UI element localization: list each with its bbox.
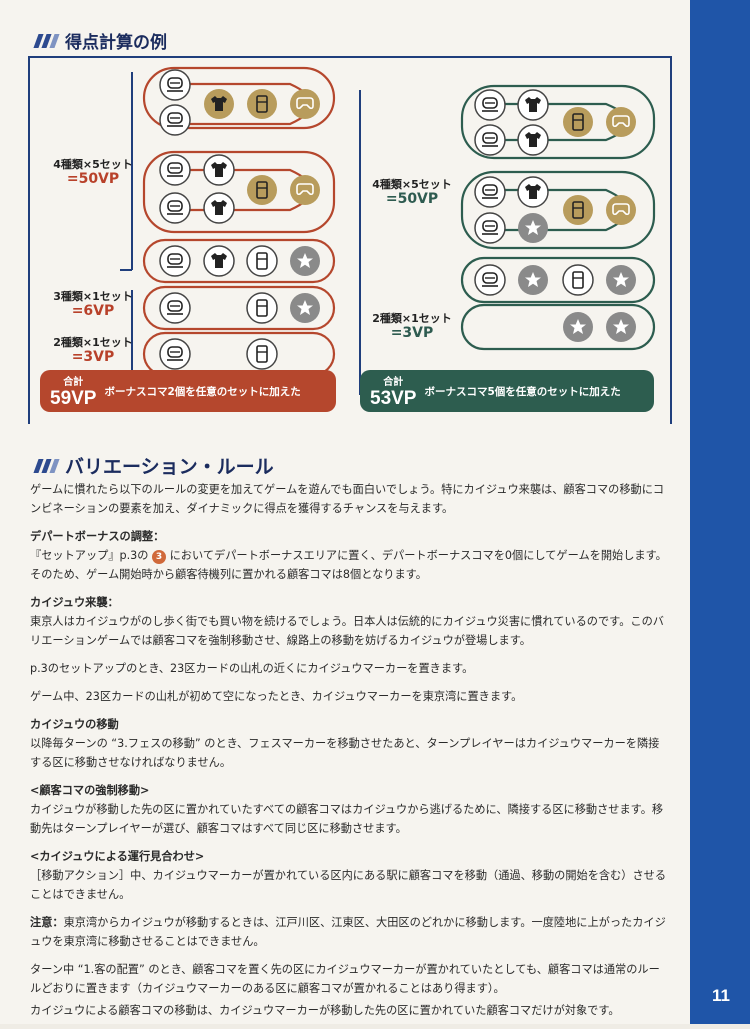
fridge-piece xyxy=(246,292,278,324)
fridge-piece xyxy=(247,89,277,119)
section-title: カイジュウ来襲： xyxy=(30,596,119,609)
paragraph: ［移動アクション］中、カイジュウマーカーが置かれている区内にある駅に顧客コマを移… xyxy=(30,869,667,901)
train-piece xyxy=(159,69,191,101)
shirt-piece xyxy=(517,124,549,156)
star-piece xyxy=(606,265,636,295)
paragraph: p.3のセットアップのとき、23区カードの山札の近くにカイジュウマーカーを置きま… xyxy=(30,662,474,675)
gamepad-piece xyxy=(606,195,636,225)
shirt-piece xyxy=(203,154,235,186)
left-total-badge: 合計 59VP ボーナスコマ2個を任意のセットに加えた xyxy=(40,370,336,412)
train-piece xyxy=(159,338,191,370)
shirt-piece xyxy=(203,192,235,224)
left-set3-label: 3種類×1セット =6VP xyxy=(53,290,133,319)
page-edge-band xyxy=(690,0,750,1024)
star-piece xyxy=(290,246,320,276)
paragraph: カイジュウが移動した先の区に置かれていたすべての顧客コマはカイジュウから逃げるた… xyxy=(30,803,664,835)
section-title: デパートボーナスの調整： xyxy=(30,530,165,543)
left-set4-label: 4種類×5セット =50VP xyxy=(53,158,133,187)
intro-paragraph: ゲームに慣れたら以下のルールの変更を加えてゲームを遊んでも面白いでしょう。特にカ… xyxy=(30,483,665,515)
paragraph: 『セットアップ』p.3の 3 においてデパートボーナスエリアに置く、デパートボー… xyxy=(30,549,667,581)
shirt-piece xyxy=(203,245,235,277)
section-title: <顧客コマの強制移動> xyxy=(30,784,150,797)
train-piece xyxy=(474,124,506,156)
train-piece xyxy=(474,176,506,208)
shirt-piece xyxy=(517,89,549,121)
train-piece xyxy=(159,104,191,136)
fridge-piece xyxy=(246,338,278,370)
fridge-piece xyxy=(563,195,593,225)
paragraph: 東京人はカイジュウがのし歩く街でも買い物を続けるでしょう。日本人は伝統的にカイジ… xyxy=(30,615,664,647)
variation-rules-heading: バリエーション・ルール xyxy=(33,452,274,479)
star-piece xyxy=(518,265,548,295)
paragraph: 以降毎ターンの “3.フェスの移動” のとき、フェスマーカーを移動させたあと、タ… xyxy=(30,737,660,769)
gamepad-piece xyxy=(606,107,636,137)
section-title: カイジュウの移動 xyxy=(30,718,119,731)
heading-slashes-icon xyxy=(33,458,60,473)
paragraph: ゲーム中、23区カードの山札が初めて空になったとき、カイジュウマーカーを東京湾に… xyxy=(30,690,523,703)
variation-rules-title: バリエーション・ルール xyxy=(65,456,274,478)
fridge-piece xyxy=(563,107,593,137)
train-piece xyxy=(474,264,506,296)
star-piece xyxy=(606,312,636,342)
page-number: 11 xyxy=(712,986,730,1005)
left-set2-label: 2種類×1セット =3VP xyxy=(53,336,133,365)
star-piece xyxy=(518,213,548,243)
right-total-badge: 合計 53VP ボーナスコマ5個を任意のセットに加えた xyxy=(360,370,654,412)
train-piece xyxy=(159,292,191,324)
section-title: <カイジュウによる運行見合わせ> xyxy=(30,850,205,863)
train-piece xyxy=(474,89,506,121)
fridge-piece xyxy=(562,264,594,296)
gamepad-piece xyxy=(290,175,320,205)
shirt-piece xyxy=(204,89,234,119)
train-piece xyxy=(474,212,506,244)
note-paragraph: 注意：東京湾からカイジュウが移動するときは、江戸川区、江東区、大田区のどれかに移… xyxy=(30,916,666,948)
star-piece xyxy=(290,293,320,323)
right-set4-label: 4種類×5セット =50VP xyxy=(372,178,452,207)
train-piece xyxy=(159,192,191,224)
train-piece xyxy=(159,154,191,186)
paragraph: ターン中 “1.客の配置” のとき、顧客コマを置く先の区にカイジュウマーカーが置… xyxy=(30,963,660,995)
variation-rules-body: ゲームに慣れたら以下のルールの変更を加えてゲームを遊んでも面白いでしょう。特にカ… xyxy=(30,480,670,1029)
right-set2-label: 2種類×1セット =3VP xyxy=(372,312,452,341)
fridge-piece xyxy=(247,175,277,205)
step-number-badge: 3 xyxy=(152,550,167,564)
gamepad-piece xyxy=(290,89,320,119)
fridge-piece xyxy=(246,245,278,277)
star-piece xyxy=(563,312,593,342)
shirt-piece xyxy=(517,176,549,208)
train-piece xyxy=(159,245,191,277)
paragraph: カイジュウによる顧客コマの移動は、カイジュウマーカーが移動した先の区に置かれてい… xyxy=(30,1004,620,1017)
scoring-diagram xyxy=(120,66,656,395)
